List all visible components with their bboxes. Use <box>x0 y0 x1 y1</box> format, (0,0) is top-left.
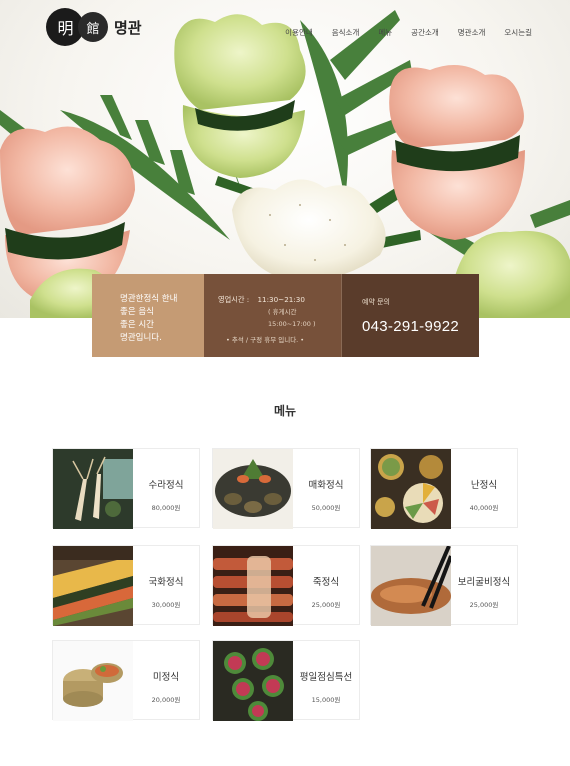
hours-label: 영업시간 : <box>218 295 250 304</box>
nav-item-guide[interactable]: 이용안내 <box>285 27 313 38</box>
menu-card-juk[interactable]: 죽정식 25,000원 <box>212 545 360 626</box>
hero-food-image <box>0 10 570 318</box>
phone-number[interactable]: 043-291-9922 <box>362 318 479 335</box>
table-set-photo <box>371 449 451 529</box>
nav-item-location[interactable]: 오시는길 <box>504 27 532 38</box>
menu-item-price: 50,000원 <box>311 504 341 512</box>
menu-item-price: 40,000원 <box>469 504 499 512</box>
menu-card-mi[interactable]: 미정식 20,000원 <box>52 640 200 721</box>
reservation-panel: 예약 문의 043-291-9922 <box>341 274 479 357</box>
menu-section-title: 메뉴 <box>273 404 297 418</box>
nav-item-space[interactable]: 공간소개 <box>411 27 439 38</box>
hours-time: 11:30~21:30 <box>257 295 305 304</box>
reservation-label: 예약 문의 <box>362 298 390 306</box>
chopsticks-fish-photo <box>371 546 451 626</box>
menu-item-price: 30,000원 <box>151 601 181 609</box>
main-nav: 이용안내 음식소개 메뉴 공간소개 명관소개 오시는길 <box>266 27 532 38</box>
abalone-photo <box>213 449 293 529</box>
menu-card-nan[interactable]: 난정식 40,000원 <box>370 448 518 529</box>
intro-line: 명관한정식 한내 <box>120 294 178 304</box>
menu-card-gukhwa[interactable]: 국화정식 30,000원 <box>52 545 200 626</box>
info-bar: 명관한정식 한내 좋은 음식 좋은 시간 명관입니다. 영업시간 : 11:30… <box>92 274 479 357</box>
menu-item-name: 미정식 <box>152 672 180 683</box>
menu-card-borigulbi[interactable]: 보리굴비정식 25,000원 <box>370 545 518 626</box>
rolled-omelet-photo <box>53 546 133 626</box>
intro-line: 좋은 시간 <box>120 320 154 330</box>
menu-item-name: 평일점심특선 <box>299 672 353 683</box>
menu-item-price: 25,000원 <box>311 601 341 609</box>
menu-item-price: 15,000원 <box>311 696 341 704</box>
grilled-fish-photo <box>213 546 293 626</box>
intro-line: 명관입니다. <box>120 333 162 343</box>
brass-bowl-photo <box>53 641 133 721</box>
menu-card-sura[interactable]: 수라정식 80,000원 <box>52 448 200 529</box>
menu-item-name: 수라정식 <box>148 480 184 491</box>
menu-item-name: 보리굴비정식 <box>457 577 511 588</box>
cucumber-roll-photo <box>213 641 293 721</box>
intro-line: 좋은 음식 <box>120 307 154 317</box>
menu-item-price: 20,000원 <box>151 696 181 704</box>
menu-item-name: 매화정식 <box>308 480 344 491</box>
business-hours: 영업시간 : 11:30~21:30 ( 휴게시간 15:00~17:00 ) <box>218 294 341 330</box>
break-time: ( 휴게시간 15:00~17:00 ) <box>268 308 316 328</box>
hero-banner: 明 館 명관 이용안내 음식소개 메뉴 공간소개 명관소개 오시는길 <box>0 0 570 318</box>
intro-panel: 명관한정식 한내 좋은 음식 좋은 시간 명관입니다. <box>92 274 204 357</box>
menu-card-maehwa[interactable]: 매화정식 50,000원 <box>212 448 360 529</box>
menu-card-lunch-special[interactable]: 평일점심특선 15,000원 <box>212 640 360 721</box>
menu-item-name: 죽정식 <box>312 577 340 588</box>
logo-seal-secondary: 館 <box>78 12 108 42</box>
holiday-note: • 추석 / 구정 휴무 입니다. • <box>226 336 305 344</box>
nav-item-menu[interactable]: 메뉴 <box>378 27 392 38</box>
ginseng-photo <box>53 449 133 529</box>
menu-item-name: 난정식 <box>470 480 498 491</box>
brand-name: 명관 <box>114 18 142 37</box>
hours-panel: 영업시간 : 11:30~21:30 ( 휴게시간 15:00~17:00 ) … <box>204 274 341 357</box>
nav-item-about[interactable]: 명관소개 <box>458 27 486 38</box>
menu-item-price: 80,000원 <box>151 504 181 512</box>
menu-item-name: 국화정식 <box>148 577 184 588</box>
nav-item-food[interactable]: 음식소개 <box>332 27 360 38</box>
menu-item-price: 25,000원 <box>469 601 499 609</box>
brand-logo[interactable]: 明 館 명관 <box>46 8 142 46</box>
